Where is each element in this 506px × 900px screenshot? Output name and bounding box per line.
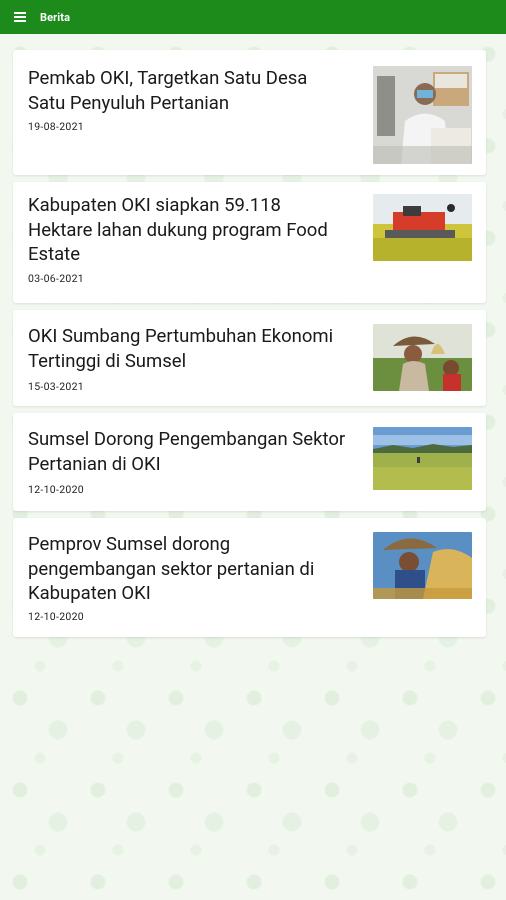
news-date: 12-10-2020 <box>28 610 85 623</box>
news-title: Kabupaten OKI siapkan 59.118 Hektare lah… <box>28 194 328 265</box>
news-date: 12-10-2020 <box>28 483 85 496</box>
app-bar: Berita <box>0 0 506 34</box>
hamburger-menu-icon <box>14 12 26 22</box>
news-date: 19-08-2021 <box>28 120 85 133</box>
news-date: 03-06-2021 <box>28 272 85 285</box>
page-title: Berita <box>40 10 71 24</box>
news-card[interactable]: Sumsel Dorong Pengembangan Sektor Pertan… <box>13 413 486 511</box>
news-card[interactable]: OKI Sumbang Pertumbuhan Ekonomi Tertingg… <box>13 310 486 406</box>
news-thumbnail <box>373 66 472 164</box>
news-card[interactable]: Pemkab OKI, Targetkan Satu Desa Satu Pen… <box>13 50 486 175</box>
news-title: Sumsel Dorong Pengembangan Sektor Pertan… <box>28 428 346 475</box>
news-card[interactable]: Pemprov Sumsel dorong pengembangan sekto… <box>13 518 486 637</box>
news-thumbnail <box>373 532 472 599</box>
news-thumbnail <box>373 427 472 490</box>
news-date: 15-03-2021 <box>28 380 85 393</box>
news-card[interactable]: Kabupaten OKI siapkan 59.118 Hektare lah… <box>13 182 486 303</box>
news-title: Pemprov Sumsel dorong pengembangan sekto… <box>28 533 315 604</box>
news-list: Pemkab OKI, Targetkan Satu Desa Satu Pen… <box>13 50 486 644</box>
menu-button[interactable] <box>9 6 31 28</box>
news-title: OKI Sumbang Pertumbuhan Ekonomi Tertingg… <box>28 325 334 372</box>
news-thumbnail <box>373 324 472 391</box>
news-thumbnail <box>373 194 472 261</box>
news-title: Pemkab OKI, Targetkan Satu Desa Satu Pen… <box>28 67 308 114</box>
